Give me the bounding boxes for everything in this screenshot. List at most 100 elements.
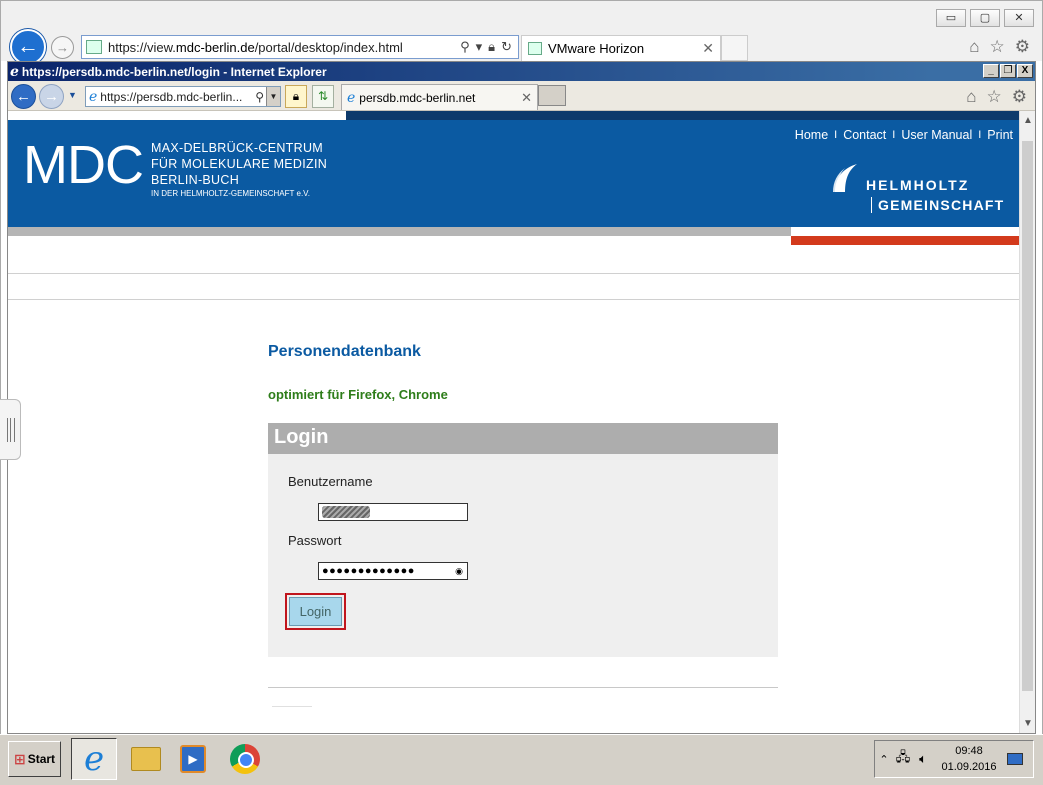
windows-flag-icon: ⊞ bbox=[13, 750, 26, 767]
browser-hint: optimiert für Firefox, Chrome bbox=[268, 387, 448, 402]
subtitle-line-1: MAX-DELBRÜCK-CENTRUM bbox=[151, 141, 323, 155]
search-icon[interactable]: ⚲ bbox=[460, 39, 470, 55]
inner-toolbar: ← → ▼ e https://persdb.mdc-berlin... ⚲ ▼… bbox=[8, 81, 1035, 111]
inner-browser-window: e https://persdb.mdc-berlin.net/login - … bbox=[7, 61, 1036, 734]
media-player-icon: ▶ bbox=[180, 745, 206, 773]
inner-new-tab-button[interactable] bbox=[538, 85, 566, 106]
page-title: Personendatenbank bbox=[268, 343, 421, 360]
outer-toolbar-icons: ⌂ ☆ ⚙ bbox=[969, 37, 1030, 57]
compat-refresh-icon[interactable]: ⇅ bbox=[312, 85, 334, 108]
divider bbox=[268, 687, 778, 688]
username-input[interactable] bbox=[318, 503, 468, 521]
reveal-password-eye-icon[interactable]: ◉ bbox=[455, 566, 463, 577]
mdc-subtitle: MAX-DELBRÜCK-CENTRUM FÜR MOLEKULARE MEDI… bbox=[151, 140, 327, 200]
back-arrow-icon: ← bbox=[17, 33, 39, 58]
scroll-up-icon[interactable]: ▲ bbox=[1020, 115, 1036, 126]
top-navigation: Home I Contact I User Manual I Print bbox=[789, 128, 1019, 142]
outer-address-controls: ⚲ ▾ 🔒︎ ↻ bbox=[460, 39, 512, 55]
home-icon[interactable]: ⌂ bbox=[969, 37, 979, 57]
tab-close-icon[interactable]: ✕ bbox=[521, 90, 532, 106]
home-icon[interactable]: ⌂ bbox=[966, 87, 976, 107]
login-button-focus-ring: Login bbox=[285, 593, 346, 630]
history-dropdown-icon[interactable]: ▼ bbox=[68, 90, 77, 100]
login-button[interactable]: Login bbox=[289, 597, 342, 626]
inner-toolbar-icons: ⌂ ☆ ⚙ bbox=[966, 87, 1027, 107]
horizon-tab-favicon-icon bbox=[528, 42, 542, 55]
clock-time: 09:48 bbox=[955, 745, 983, 757]
system-tray: ⌃ 🖧︎ 🔈︎ 09:48 01.09.2016 bbox=[874, 740, 1034, 778]
header-grey-bar bbox=[8, 227, 791, 236]
favorites-star-icon[interactable]: ☆ bbox=[987, 87, 1002, 107]
grip-icon bbox=[7, 418, 15, 442]
start-button[interactable]: ⊞ Start bbox=[8, 741, 61, 777]
inner-tab-title: persdb.mdc-berlin.net bbox=[359, 90, 476, 105]
show-hidden-icons-icon[interactable]: ⌃ bbox=[875, 753, 893, 766]
inner-close-button[interactable]: X bbox=[1017, 64, 1033, 78]
scrollbar-thumb[interactable] bbox=[1022, 141, 1033, 691]
volume-icon[interactable]: 🔈︎ bbox=[913, 751, 933, 767]
mdc-logo[interactable]: MDC bbox=[23, 138, 144, 192]
clock[interactable]: 09:48 01.09.2016 bbox=[933, 743, 1005, 775]
settings-gear-icon[interactable]: ⚙ bbox=[1015, 37, 1030, 57]
helmholtz-logo[interactable]: HELMHOLTZ GEMEINSCHAFT bbox=[831, 162, 1004, 220]
vertical-scrollbar[interactable]: ▲ ▼ bbox=[1019, 111, 1035, 733]
header-top-stripe bbox=[346, 111, 1019, 120]
back-arrow-icon: ← bbox=[16, 88, 31, 105]
chrome-icon bbox=[230, 744, 260, 774]
show-desktop-icon[interactable] bbox=[1007, 753, 1023, 765]
inner-back-button[interactable]: ← bbox=[11, 84, 36, 109]
password-mask: ●●●●●●●●●●●●● bbox=[322, 565, 415, 577]
password-input[interactable]: ●●●●●●●●●●●●● ◉ bbox=[318, 562, 468, 580]
dropdown-icon[interactable]: ▾ bbox=[476, 39, 483, 55]
inner-tab-persdb[interactable]: e persdb.mdc-berlin.net ✕ bbox=[341, 84, 538, 110]
outer-maximize-button[interactable]: ▢ bbox=[970, 9, 1000, 27]
outer-minimize-button[interactable]: ▭ bbox=[936, 9, 966, 27]
clock-date: 01.09.2016 bbox=[941, 761, 997, 773]
mdc-header: MDC MAX-DELBRÜCK-CENTRUM FÜR MOLEKULARE … bbox=[8, 120, 1019, 227]
network-icon[interactable]: 🖧︎ bbox=[893, 748, 913, 770]
ie-logo-icon: e bbox=[10, 63, 19, 80]
lock-icon[interactable]: 🔒︎ bbox=[488, 39, 495, 55]
outer-close-button[interactable]: ✕ bbox=[1004, 9, 1034, 27]
ie-page-icon: e bbox=[89, 88, 98, 105]
inner-title-bar: e https://persdb.mdc-berlin.net/login - … bbox=[8, 62, 1035, 81]
inner-minimize-button[interactable]: _ bbox=[983, 64, 999, 78]
inner-restore-button[interactable]: ❐ bbox=[1000, 64, 1016, 78]
inner-address-bar[interactable]: e https://persdb.mdc-berlin... ⚲ ▼ bbox=[85, 86, 281, 107]
outer-window-controls: ▭ ▢ ✕ bbox=[936, 9, 1034, 27]
login-header: Login bbox=[268, 423, 778, 454]
horizon-sidebar-handle[interactable] bbox=[0, 399, 21, 460]
password-label: Passwort bbox=[288, 533, 342, 548]
outer-new-tab-button[interactable] bbox=[721, 35, 748, 61]
helmholtz-line-2: GEMEINSCHAFT bbox=[871, 197, 1004, 213]
helmholtz-line-1: HELMHOLTZ bbox=[866, 177, 970, 193]
settings-gear-icon[interactable]: ⚙ bbox=[1012, 87, 1027, 107]
security-lock-icon[interactable]: 🔒︎ bbox=[285, 85, 307, 108]
inner-forward-button[interactable]: → bbox=[39, 84, 64, 109]
taskbar-ie-button[interactable]: e bbox=[71, 738, 117, 780]
start-label: Start bbox=[27, 752, 56, 766]
inner-window-title: https://persdb.mdc-berlin.net/login - In… bbox=[21, 64, 327, 79]
favorites-star-icon[interactable]: ☆ bbox=[990, 37, 1005, 57]
nav-print-link[interactable]: Print bbox=[981, 128, 1019, 142]
tab-close-icon[interactable]: ✕ bbox=[702, 40, 714, 57]
nav-user-manual-link[interactable]: User Manual bbox=[895, 128, 978, 142]
refresh-icon[interactable]: ↻ bbox=[501, 39, 512, 55]
subtitle-line-2: FÜR MOLEKULARE MEDIZIN bbox=[151, 157, 328, 171]
taskbar-explorer-button[interactable] bbox=[123, 738, 169, 780]
redacted-username bbox=[322, 506, 370, 518]
page-viewport: MDC MAX-DELBRÜCK-CENTRUM FÜR MOLEKULARE … bbox=[8, 111, 1019, 733]
outer-tab-vmware-horizon[interactable]: VMware Horizon ✕ bbox=[521, 35, 721, 61]
search-icon[interactable]: ⚲ bbox=[255, 90, 264, 104]
nav-home-link[interactable]: Home bbox=[789, 128, 834, 142]
outer-forward-button[interactable]: → bbox=[51, 36, 74, 59]
taskbar-media-player-button[interactable]: ▶ bbox=[170, 738, 216, 780]
username-label: Benutzername bbox=[288, 474, 373, 489]
nav-contact-link[interactable]: Contact bbox=[837, 128, 892, 142]
scroll-down-icon[interactable]: ▼ bbox=[1020, 718, 1036, 729]
outer-address-bar[interactable]: https://view.mdc-berlin.de/portal/deskto… bbox=[81, 35, 519, 59]
outer-back-button[interactable]: ← bbox=[10, 29, 46, 65]
taskbar-chrome-button[interactable] bbox=[222, 738, 268, 780]
subtitle-small: IN DER HELMHOLTZ-GEMEINSCHAFT e.V. bbox=[151, 189, 310, 198]
address-dropdown-icon[interactable]: ▼ bbox=[266, 87, 280, 106]
